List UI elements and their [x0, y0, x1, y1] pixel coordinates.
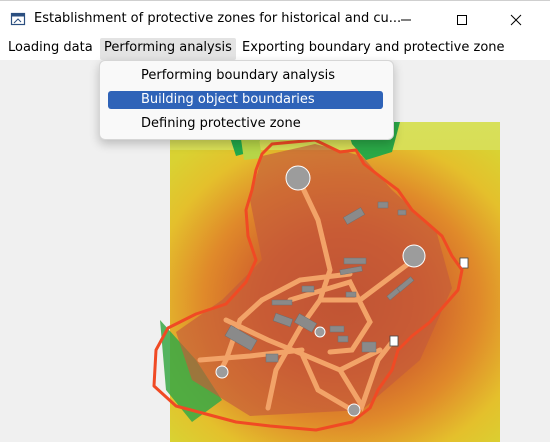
minimize-button[interactable]: [386, 7, 426, 33]
title-bar: Establishment of protective zones for hi…: [0, 0, 550, 39]
maximize-button[interactable]: [442, 7, 482, 33]
close-icon: [510, 14, 522, 26]
maximize-icon: [457, 15, 467, 25]
menu-performing-analysis[interactable]: Performing analysis: [100, 38, 236, 60]
minimize-icon: [401, 19, 411, 21]
app-window-icon: [10, 12, 26, 26]
close-button[interactable]: [496, 7, 536, 33]
menu-item-building-object-boundaries[interactable]: Building object boundaries: [108, 91, 383, 109]
performing-analysis-menu: Performing boundary analysis Building ob…: [99, 60, 394, 140]
window-title: Establishment of protective zones for hi…: [34, 11, 402, 26]
menu-exporting-boundary[interactable]: Exporting boundary and protective zone: [238, 38, 509, 60]
menu-item-performing-boundary-analysis[interactable]: Performing boundary analysis: [108, 67, 383, 85]
menu-item-defining-protective-zone[interactable]: Defining protective zone: [108, 115, 383, 133]
menu-loading-data[interactable]: Loading data: [4, 38, 97, 60]
menu-bar: Loading data Performing analysis Exporti…: [0, 38, 550, 60]
